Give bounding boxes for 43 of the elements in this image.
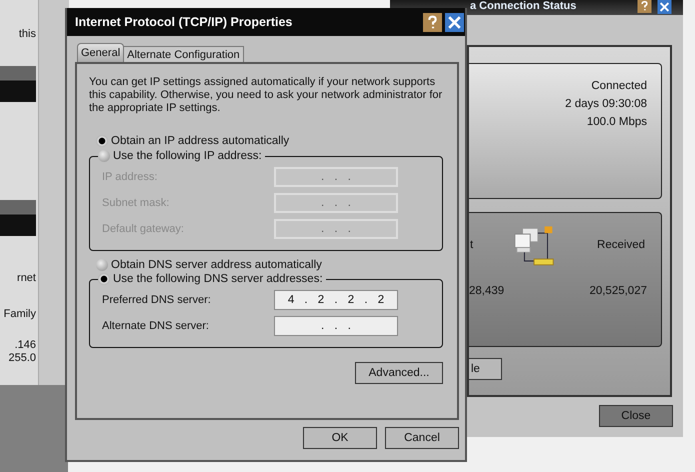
field-label: Subnet mask:: [102, 197, 170, 209]
window-text: 255.0: [8, 352, 36, 364]
received-bytes: 20,525,027: [589, 285, 647, 297]
window-header-bar: [0, 66, 36, 102]
tab[interactable]: Alternate Configuration: [123, 46, 244, 62]
field-label: IP address:: [102, 171, 158, 183]
close-icon[interactable]: [656, 0, 673, 14]
radio-option[interactable]: Obtain DNS server address automatically: [96, 259, 443, 271]
sent-bytes: 28,439: [469, 285, 504, 297]
field-label: Alternate DNS server:: [102, 320, 209, 332]
field-label: Default gateway:: [102, 223, 184, 235]
tab[interactable]: General: [77, 43, 124, 62]
radio-button[interactable]: [98, 150, 110, 162]
window-text: Family: [4, 308, 36, 320]
window-title: a Connection Status: [470, 0, 576, 13]
advanced-button[interactable]: Advanced...: [355, 362, 443, 384]
radio-option[interactable]: Use the following IP address:: [98, 150, 262, 162]
dialog-button[interactable]: OK: [303, 427, 377, 449]
field-label: Preferred DNS server:: [102, 294, 211, 306]
dns-address-field[interactable]: . . .: [274, 316, 398, 336]
window-text: this: [18, 28, 36, 40]
received-label: Received: [597, 239, 645, 251]
duration-value: 2 days 09:30:08: [565, 98, 647, 110]
radio-button[interactable]: [98, 273, 110, 285]
help-icon[interactable]: [636, 0, 653, 13]
status-value: Connected: [591, 80, 647, 92]
dialog-button[interactable]: Cancel: [385, 427, 459, 449]
window-header-bar: [0, 200, 36, 236]
intro-text: You can get IP settings assigned automatically if your network supports this capability. Otherwise, you need to ask your network administrator for the appropriate IP settings.: [89, 76, 443, 115]
help-icon[interactable]: [423, 12, 442, 32]
window-text: .146: [14, 339, 36, 351]
close-icon[interactable]: [445, 12, 464, 32]
radio-option[interactable]: Use the following DNS server addresses:: [98, 273, 323, 285]
radio-option[interactable]: Obtain an IP address automatically: [96, 135, 443, 147]
speed-value: 100.0 Mbps: [586, 116, 647, 128]
radio-button[interactable]: [96, 259, 108, 271]
disable-button[interactable]: le: [469, 358, 502, 380]
radio-button[interactable]: [96, 135, 108, 147]
dns-address-field[interactable]: 4 . 2 . 2 . 2: [274, 290, 398, 310]
close-button[interactable]: Close: [599, 405, 673, 427]
window-title: Internet Protocol (TCP/IP) Properties: [75, 15, 292, 29]
sent-label: t: [470, 239, 474, 251]
window-text: rnet: [17, 272, 36, 284]
